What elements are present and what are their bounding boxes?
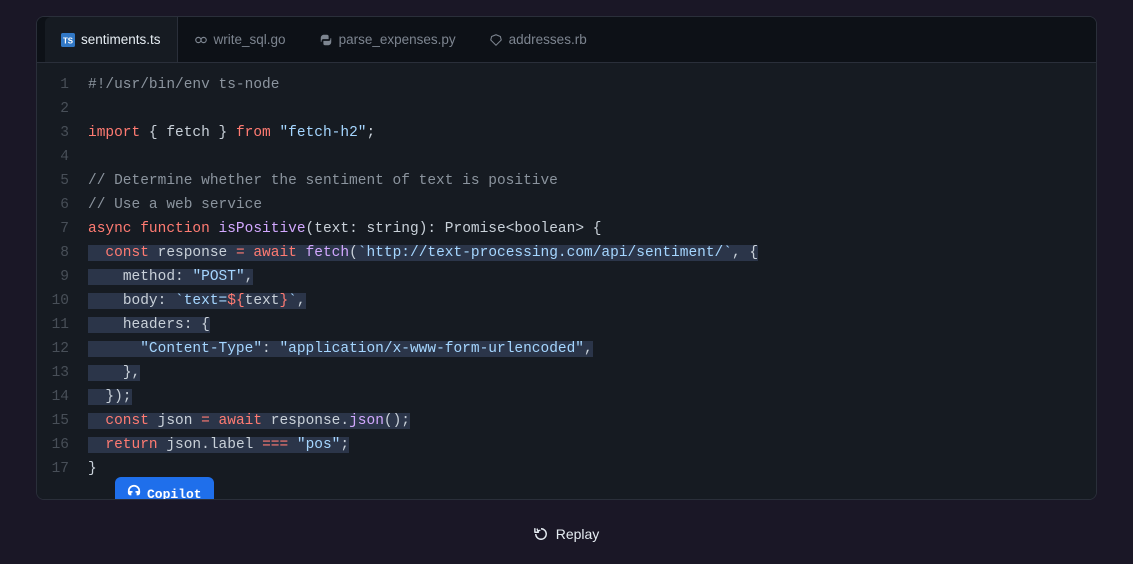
code-comment: // Use a web service (88, 193, 262, 217)
line-number: 4 (37, 145, 77, 169)
replay-icon (534, 527, 548, 541)
line-number: 6 (37, 193, 77, 217)
line-number: 8 (37, 241, 77, 265)
code-line: 3 import { fetch } from "fetch-h2"; (37, 121, 1096, 145)
code-content: #!/usr/bin/env ts-node (88, 73, 279, 97)
python-icon (319, 33, 333, 47)
copilot-icon (127, 483, 141, 500)
line-number: 1 (37, 73, 77, 97)
code-line: 7 async function isPositive(text: string… (37, 217, 1096, 241)
line-number: 16 (37, 433, 77, 457)
line-number: 3 (37, 121, 77, 145)
code-line: 15 const json = await response.json(); (37, 409, 1096, 433)
line-number: 7 (37, 217, 77, 241)
code-line: 5 // Determine whether the sentiment of … (37, 169, 1096, 193)
code-content: const json = await response.json(); (88, 409, 410, 433)
copilot-badge[interactable]: Copilot (115, 477, 214, 500)
tab-sentiments-ts[interactable]: TS sentiments.ts (45, 17, 178, 62)
line-number: 2 (37, 97, 77, 121)
line-number: 5 (37, 169, 77, 193)
code-content: "Content-Type": "application/x-www-form-… (88, 337, 593, 361)
editor-window: TS sentiments.ts write_sql.go parse_expe… (36, 16, 1097, 500)
code-line: 14 }); (37, 385, 1096, 409)
tab-label: write_sql.go (214, 32, 286, 47)
code-content: method: "POST", (88, 265, 253, 289)
line-number: 12 (37, 337, 77, 361)
code-line: 2 (37, 97, 1096, 121)
tab-label: addresses.rb (509, 32, 587, 47)
ruby-icon (489, 33, 503, 47)
code-editor[interactable]: 1 #!/usr/bin/env ts-node 2 3 import { fe… (37, 63, 1096, 499)
code-line: 13 }, (37, 361, 1096, 385)
code-line: 10 body: `text=${text}`, (37, 289, 1096, 313)
code-content: }, (88, 361, 140, 385)
ts-icon: TS (61, 33, 75, 47)
code-line: 11 headers: { (37, 313, 1096, 337)
go-icon (194, 33, 208, 47)
tab-addresses-rb[interactable]: addresses.rb (473, 17, 604, 62)
code-content: return json.label === "pos"; (88, 433, 349, 457)
line-number: 11 (37, 313, 77, 337)
code-content: }); (88, 385, 132, 409)
code-line: 8 const response = await fetch(`http://t… (37, 241, 1096, 265)
tab-write-sql-go[interactable]: write_sql.go (178, 17, 303, 62)
code-line: 4 (37, 145, 1096, 169)
line-number: 9 (37, 265, 77, 289)
code-line: 6 // Use a web service (37, 193, 1096, 217)
copilot-label: Copilot (147, 483, 202, 500)
code-comment: // Determine whether the sentiment of te… (88, 169, 558, 193)
replay-button[interactable]: Replay (36, 500, 1097, 548)
code-content: headers: { (88, 313, 210, 337)
code-content: async function isPositive(text: string):… (88, 217, 601, 241)
line-number: 10 (37, 289, 77, 313)
tab-label: parse_expenses.py (339, 32, 456, 47)
code-line: 16 return json.label === "pos"; (37, 433, 1096, 457)
line-number: 17 (37, 457, 77, 481)
line-number: 14 (37, 385, 77, 409)
replay-label: Replay (556, 526, 600, 542)
code-content: const response = await fetch(`http://tex… (88, 241, 758, 265)
tab-bar: TS sentiments.ts write_sql.go parse_expe… (37, 17, 1096, 63)
code-content: body: `text=${text}`, (88, 289, 306, 313)
code-line: 12 "Content-Type": "application/x-www-fo… (37, 337, 1096, 361)
line-number: 13 (37, 361, 77, 385)
tab-label: sentiments.ts (81, 32, 161, 47)
code-content: import { fetch } from "fetch-h2"; (88, 121, 375, 145)
svg-text:TS: TS (63, 36, 73, 45)
line-number: 15 (37, 409, 77, 433)
code-line: 9 method: "POST", (37, 265, 1096, 289)
code-content: } (88, 457, 97, 481)
code-line: 1 #!/usr/bin/env ts-node (37, 73, 1096, 97)
tab-parse-expenses-py[interactable]: parse_expenses.py (303, 17, 473, 62)
